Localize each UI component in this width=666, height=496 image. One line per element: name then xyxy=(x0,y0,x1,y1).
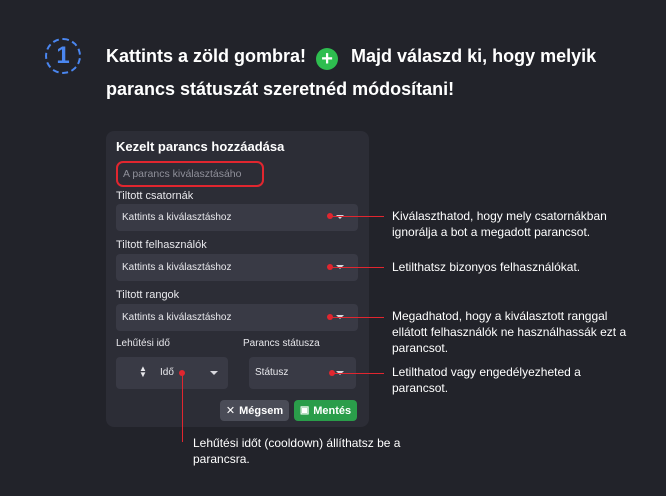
users-annotation: Letilthatsz bizonyos felhasználókat. xyxy=(392,260,581,274)
channels-callout-line xyxy=(330,216,384,217)
panel-title: Kezelt parancs hozzáadása xyxy=(116,139,285,154)
command-search-input[interactable] xyxy=(123,168,259,180)
command-search-field[interactable] xyxy=(116,161,264,187)
cooldown-callout-line xyxy=(182,373,183,442)
cancel-button[interactable]: ✕ Mégsem xyxy=(220,400,289,421)
cancel-button-label: Mégsem xyxy=(239,404,284,417)
save-button[interactable]: ▣ Mentés xyxy=(294,400,357,421)
roles-callout-line xyxy=(330,317,384,318)
channels-annotation: Kiválaszthatod, hogy mely csatornákban i… xyxy=(392,209,607,239)
cooldown-stepper[interactable]: ▲ ▼ xyxy=(116,357,152,389)
status-label: Parancs státusza xyxy=(243,338,320,349)
step-number: 1 xyxy=(56,42,70,69)
users-select-value: Kattints a kiválasztáshoz xyxy=(122,262,232,273)
channels-label: Tiltott csatornák xyxy=(116,190,194,202)
instruction-heading: Kattints a zöld gombra! + Majd válaszd k… xyxy=(106,40,646,106)
status-callout-line xyxy=(332,373,384,374)
step-number-badge: 1 xyxy=(45,38,81,74)
add-command-panel: Kezelt parancs hozzáadása Tiltott csator… xyxy=(106,131,369,427)
roles-annotation: Megadhatod, hogy a kiválasztott ranggal … xyxy=(392,309,627,355)
status-annotation: Letilthatod vagy engedélyezheted a paran… xyxy=(392,365,581,395)
channels-select-value: Kattints a kiválasztáshoz xyxy=(122,212,232,223)
roles-select-value: Kattints a kiválasztáshoz xyxy=(122,312,232,323)
users-select[interactable]: Kattints a kiválasztáshoz xyxy=(116,254,358,281)
cooldown-unit-select[interactable]: Idő xyxy=(152,357,228,389)
chevron-down-icon xyxy=(210,371,218,375)
close-icon: ✕ xyxy=(225,405,236,417)
users-label: Tiltott felhasználók xyxy=(116,239,207,251)
heading-part1: Kattints a zöld gombra! xyxy=(106,46,307,66)
channels-select[interactable]: Kattints a kiválasztáshoz xyxy=(116,204,358,231)
cooldown-unit-value: Idő xyxy=(160,367,174,378)
save-button-label: Mentés xyxy=(313,404,352,417)
cooldown-label: Lehűtési idő xyxy=(116,338,170,349)
roles-label: Tiltott rangok xyxy=(116,289,180,301)
stepper-arrows-icon[interactable]: ▲ ▼ xyxy=(139,365,147,379)
cooldown-annotation: Lehűtési időt (cooldown) állíthatsz be a… xyxy=(193,436,401,466)
floppy-disk-icon: ▣ xyxy=(299,405,310,416)
roles-select[interactable]: Kattints a kiválasztáshoz xyxy=(116,304,358,331)
plus-icon: + xyxy=(316,48,339,70)
status-select-value: Státusz xyxy=(255,367,289,378)
users-callout-line xyxy=(330,267,384,268)
